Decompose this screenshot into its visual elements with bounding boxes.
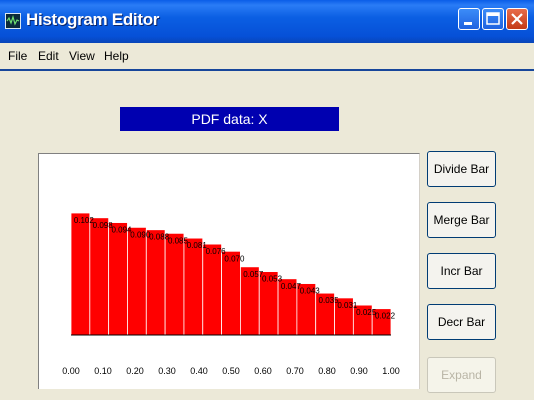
close-icon [511,13,523,25]
bar-value-label: 0.053 [262,275,283,284]
menu-file[interactable]: File [8,49,27,63]
bar-value-label: 0.090 [130,230,151,239]
menu-bar: File Edit View Help [0,43,534,69]
title-bar[interactable]: Histogram Editor [0,0,534,43]
x-tick-label: 0.00 [62,366,80,376]
histogram-bar[interactable] [70,212,91,336]
x-tick-label: 0.10 [94,366,112,376]
pdf-data-label: PDF data: X [120,107,339,131]
histogram-bar[interactable] [108,222,128,336]
bar-value-label: 0.085 [168,236,189,245]
bar-value-label: 0.094 [111,226,132,235]
histogram-bar[interactable] [221,250,241,336]
divide-bar-button[interactable]: Divide Bar [427,151,496,187]
menu-edit[interactable]: Edit [38,49,59,63]
bar-value-label: 0.025 [356,308,377,317]
histogram-bar[interactable] [183,237,204,336]
bar-value-label: 0.047 [281,282,302,291]
bar-value-label: 0.081 [187,241,208,250]
menu-divider [0,69,534,71]
x-tick-label: 0.60 [254,366,272,376]
decr-bar-button[interactable]: Decr Bar [427,304,496,340]
bar-value-label: 0.102 [74,216,95,225]
histogram-editor-window: Histogram Editor File Edit View Help PDF… [0,0,534,400]
bar-value-label: 0.035 [319,296,340,305]
menu-view[interactable]: View [69,49,95,63]
x-tick-label: 0.80 [318,366,336,376]
waveform-icon [6,14,20,26]
histogram-panel[interactable]: 0.102 0.098 0.094 0.090 0.088 0.085 0.081 0.076… [38,153,420,389]
x-tick-label: 0.90 [350,366,368,376]
bar-value-label: 0.022 [375,312,396,321]
expand-button[interactable]: Expand [427,357,496,393]
maximize-button[interactable] [482,8,504,30]
incr-bar-button[interactable]: Incr Bar [427,253,496,289]
x-tick-label: 0.30 [158,366,176,376]
x-tick-label: 0.70 [286,366,304,376]
histogram-chart[interactable]: 0.1020.0980.0940.0900.0880.0850.0810.076… [39,154,419,390]
maximize-icon [486,12,500,25]
merge-bar-button[interactable]: Merge Bar [427,202,496,238]
bar-value-label: 0.031 [337,301,358,310]
x-tick-label: 0.50 [222,366,240,376]
menu-help[interactable]: Help [104,49,129,63]
histogram-bar[interactable] [164,232,185,336]
window-title: Histogram Editor [26,10,160,29]
histogram-bar[interactable] [145,229,166,336]
bar-value-label: 0.070 [224,254,245,263]
bar-value-label: 0.057 [243,270,264,279]
minimize-icon [464,22,472,25]
bar-value-label: 0.043 [300,287,321,296]
app-icon[interactable] [5,13,21,29]
x-tick-label: 0.40 [190,366,208,376]
minimize-button[interactable] [458,8,480,30]
histogram-bar[interactable] [89,217,110,336]
x-tick-label: 1.00 [382,366,400,376]
bar-value-label: 0.098 [93,221,114,230]
histogram-bar[interactable] [202,243,222,336]
bar-value-label: 0.076 [206,247,227,256]
x-tick-label: 0.20 [126,366,144,376]
histogram-bar[interactable] [127,226,147,336]
close-button[interactable] [506,8,528,30]
bar-value-label: 0.088 [149,233,170,242]
